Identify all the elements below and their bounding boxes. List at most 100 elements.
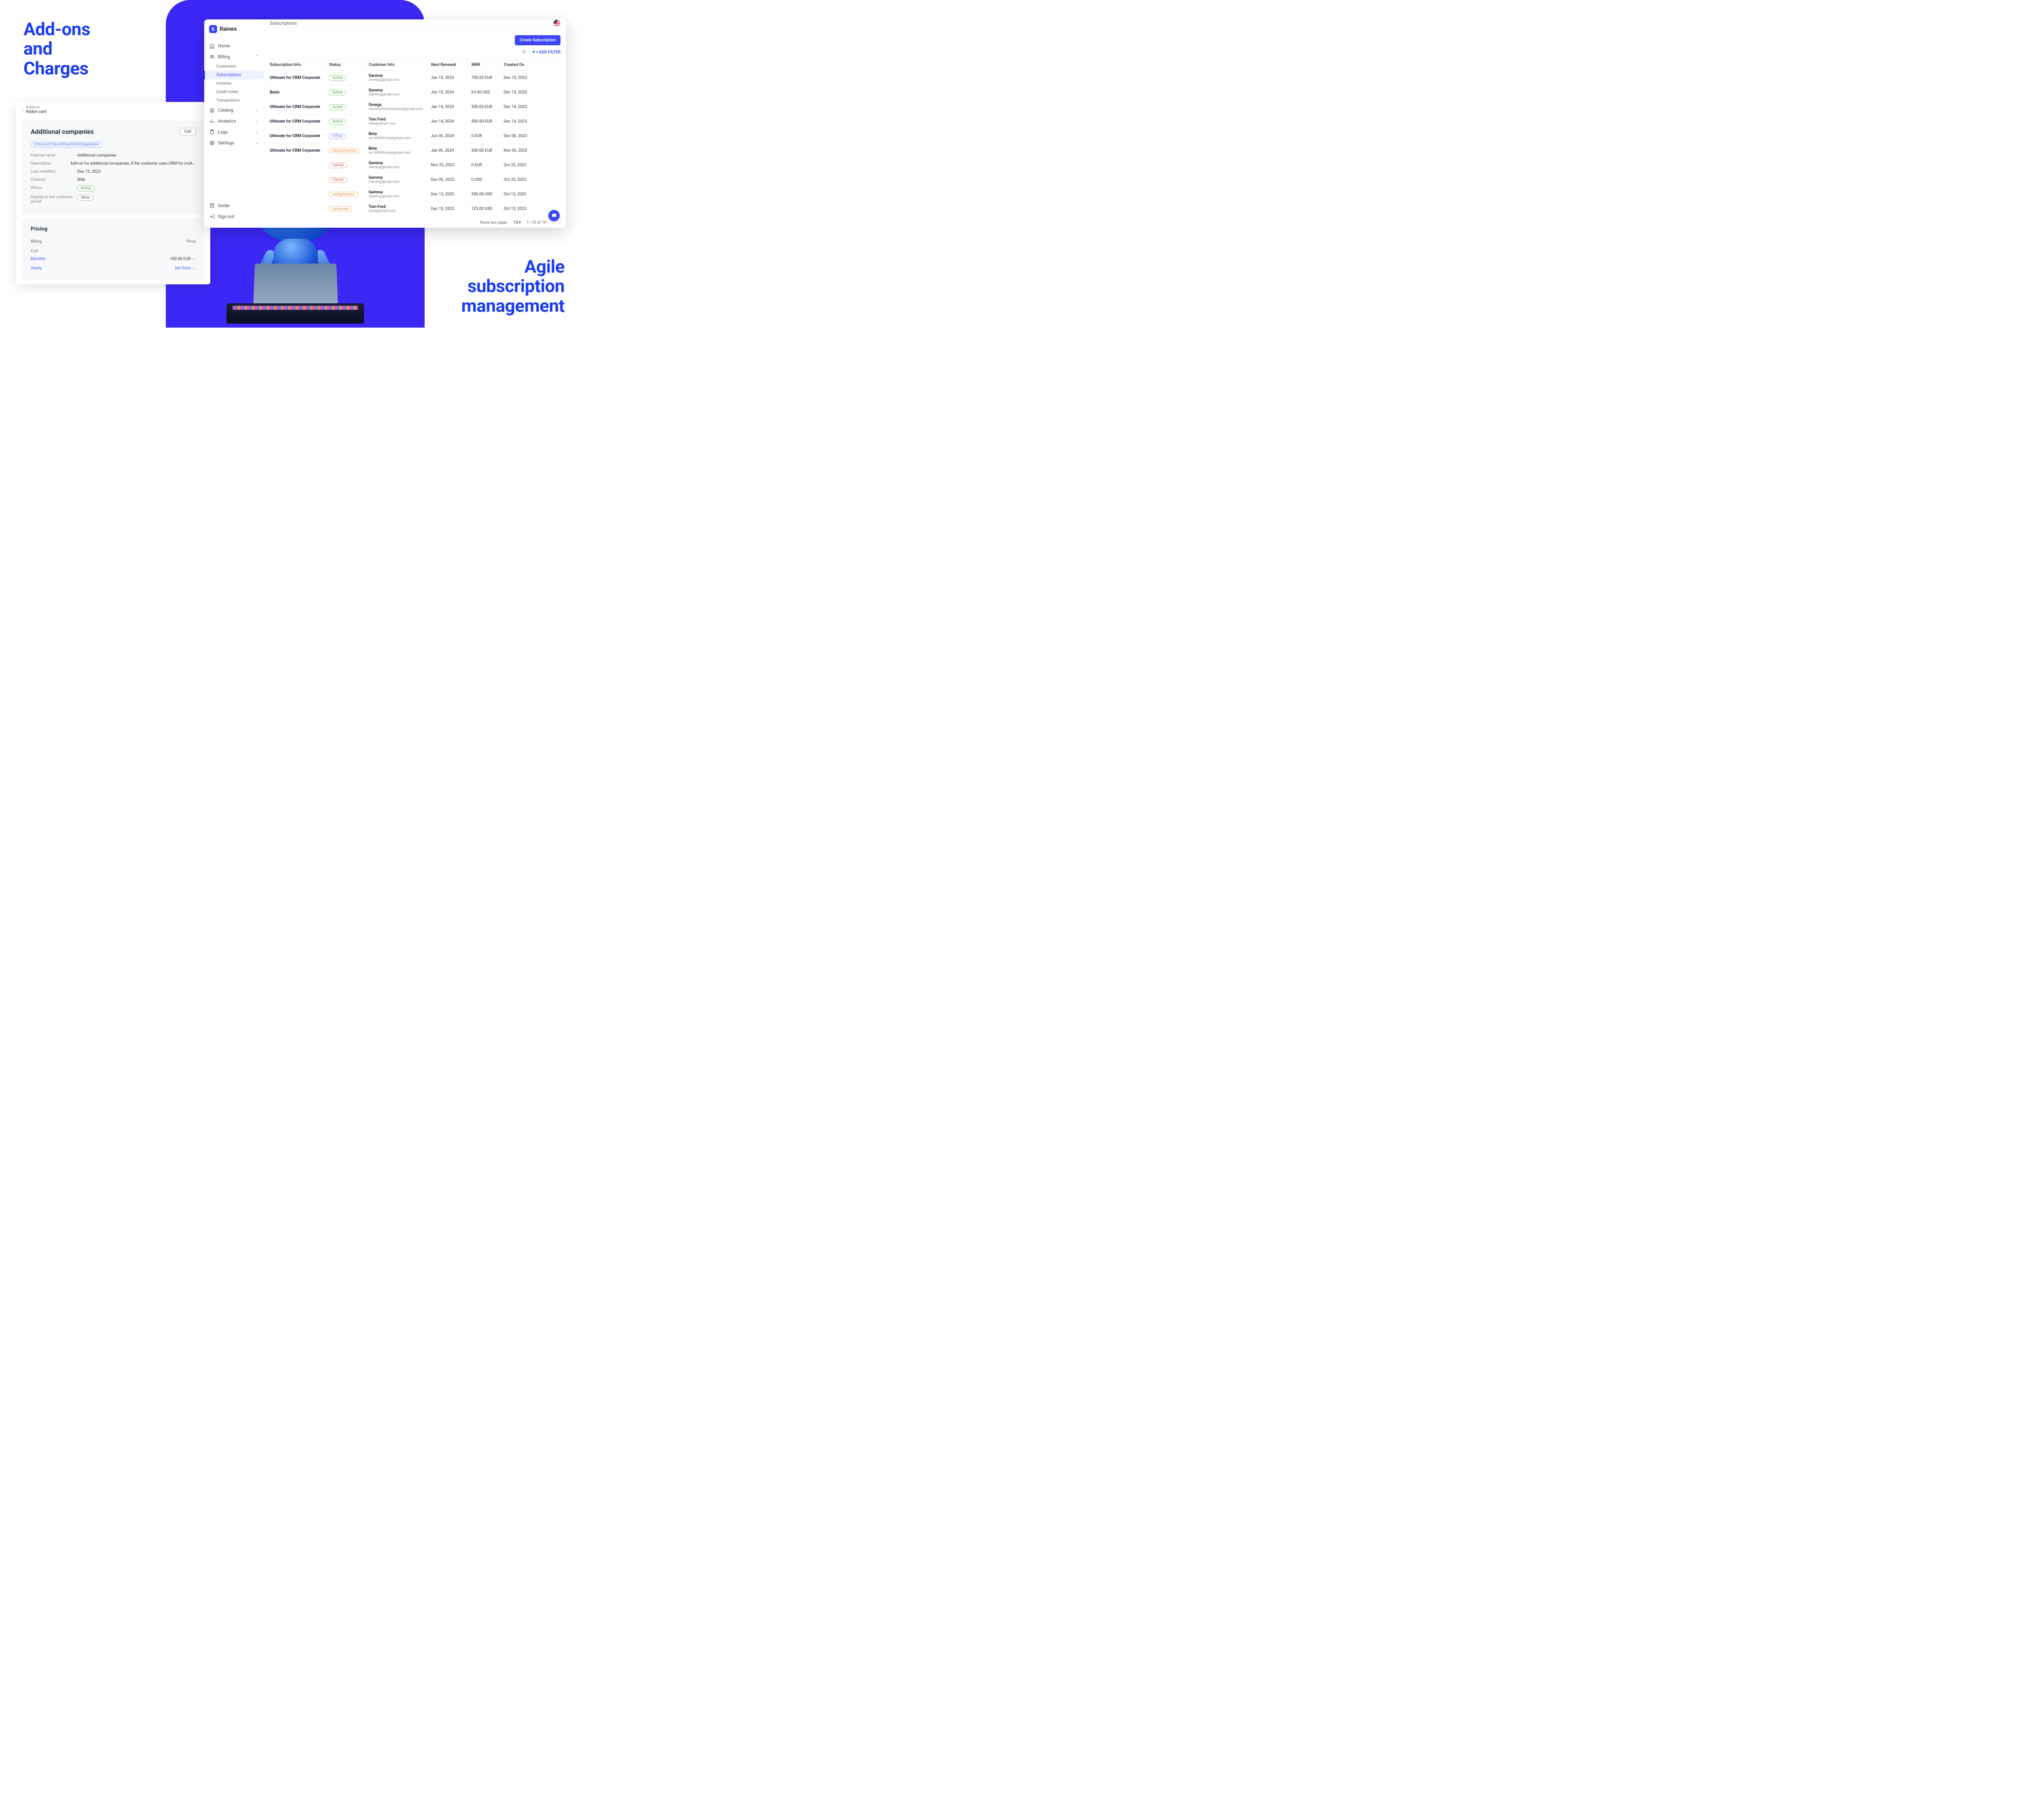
edit-button[interactable]: Edit <box>180 128 196 135</box>
col-subscription-info[interactable]: Subscription Info <box>264 59 325 71</box>
table-row[interactable]: Ultimate for CRM Corporate Active Gammac… <box>264 71 566 85</box>
sidebar-item-settings[interactable]: Settings ⌄ <box>204 138 264 148</box>
mrr-value: 200.00 EUR <box>467 144 499 158</box>
back-chevron-icon[interactable]: ‹ <box>22 107 23 112</box>
sort-icon[interactable] <box>521 49 527 55</box>
sidebar-item-signout[interactable]: Sign out <box>204 211 264 222</box>
pricing-currency: EUR <box>31 246 196 254</box>
created-date: Dec 15, 2023 <box>499 85 566 100</box>
layers-icon <box>209 108 215 113</box>
sidebar-item-guide[interactable]: Guide <box>204 200 264 211</box>
status-pill: Active <box>77 186 95 191</box>
created-date: Dec 06, 2023 <box>499 129 566 144</box>
pricing-row: Monthly100.00 EUR → <box>31 254 196 264</box>
description-label: Description <box>31 161 70 166</box>
col-status[interactable]: Status <box>325 59 364 71</box>
col-mrr[interactable]: MRR <box>467 59 499 71</box>
pagination: Rows per page: 10 ▾ 1–10 of 14 ‹ › <box>264 216 566 228</box>
table-row[interactable]: Basic Active Gammaclients@gmail.com Jan … <box>264 85 566 100</box>
pricing-period[interactable]: Monthly <box>31 257 45 261</box>
chevron-down-icon: ⌄ <box>256 130 259 134</box>
status-pill: PendingPayment <box>329 148 360 153</box>
locale-flag-icon[interactable] <box>553 19 560 27</box>
breadcrumb-parent[interactable]: Addons <box>26 105 47 110</box>
addon-card-window: ‹ Addons Addon card Additional companies… <box>16 102 210 284</box>
subscription-name: Ultimate for CRM Corporate <box>270 134 320 138</box>
status-pill: endingPayment <box>329 192 358 197</box>
created-date: Nov 06, 2023 <box>499 144 566 158</box>
table-row[interactable]: Cancel Gammaclients@gmail.com Dec 06, 20… <box>264 173 566 187</box>
brand-name: Rainex <box>220 26 237 32</box>
status-pill: Cancel <box>329 163 347 168</box>
customer-email: clients@gmail.com <box>368 195 423 199</box>
table-row[interactable]: Ultimate for CRM Corporate Active Omegas… <box>264 100 566 114</box>
breadcrumb-current: Addon card <box>26 110 47 114</box>
customer-email: new@gmail.com <box>368 122 423 126</box>
breadcrumb: ‹ Addons Addon card <box>16 102 210 116</box>
sidebar-item-logs[interactable]: Logs ⌄ <box>204 127 264 138</box>
pricing-price[interactable]: Set Price → <box>175 266 196 271</box>
description-value: Add-on for additional companies, if the … <box>70 161 196 166</box>
created-date: Oct 25, 2023 <box>499 158 566 173</box>
sidebar-item-invoices[interactable]: Invoices <box>204 79 264 88</box>
subscriptions-window: R Rainex Home Billing ⌃ Customers Subscr… <box>204 19 566 228</box>
mrr-value: 0 EUR <box>467 129 499 144</box>
logo-badge-icon: R <box>209 25 217 33</box>
status-pill: InTrial <box>329 133 346 139</box>
channel-label: Channel <box>31 178 77 182</box>
renewal-date: Dec 13, 2023 <box>427 187 467 202</box>
customer-name: Gamma <box>368 74 423 78</box>
rows-per-page-select[interactable]: 10 ▾ <box>513 220 521 225</box>
mrr-value: 0 USD <box>467 173 499 187</box>
create-subscription-button[interactable]: Create Subscription <box>515 35 560 45</box>
sidebar-item-billing[interactable]: Billing ⌃ <box>204 51 264 62</box>
add-filter-button[interactable]: ▼+ ADD FILTER <box>532 50 560 55</box>
col-created-on[interactable]: Created On <box>499 59 566 71</box>
table-row[interactable]: endingPayment Gammaclients@gmail.com Dec… <box>264 187 566 202</box>
display-pill: Show <box>77 195 93 201</box>
status-pill: Active <box>329 104 346 110</box>
customer-name: Omega <box>368 103 423 107</box>
headline-addons: Add-onsandCharges <box>23 19 90 78</box>
renewal-date: Jan 06, 2024 <box>427 144 467 158</box>
customer-name: Beta <box>368 146 423 151</box>
table-row[interactable]: Ultimate for CRM Corporate PendingPaymen… <box>264 144 566 158</box>
pricing-title: Pricing <box>31 226 196 232</box>
sidebar-item-credit-notes[interactable]: Credit notes <box>204 88 264 96</box>
sidebar-item-catalog[interactable]: Catalog ⌄ <box>204 105 264 116</box>
sidebar-item-customers[interactable]: Customers <box>204 62 264 71</box>
chat-bubble-button[interactable] <box>548 210 560 221</box>
brand-logo[interactable]: R Rainex <box>204 25 264 40</box>
created-date: Oct 13, 2023 <box>499 187 566 202</box>
col-next-renewal[interactable]: Next Renewal <box>427 59 467 71</box>
clipboard-icon <box>209 129 215 135</box>
internal-name-label: Internal name <box>31 153 77 158</box>
table-row[interactable]: Ultimate for CRM Corporate InTrial Betas… <box>264 129 566 144</box>
customer-name: Gamma <box>368 88 423 93</box>
status-pill: Active <box>329 119 346 125</box>
table-row[interactable]: Cancel Gammaclients@gmail.com Nov 25, 20… <box>264 158 566 173</box>
table-row[interactable]: Ultimate for CRM Corporate Active Tom Fo… <box>264 114 566 129</box>
bar-chart-icon <box>209 119 215 124</box>
col-customer-info[interactable]: Customer Info <box>364 59 427 71</box>
users-icon <box>209 54 215 59</box>
sidebar-item-analytics[interactable]: Analytics ⌄ <box>204 116 264 127</box>
sidebar-item-transactions[interactable]: Transactions <box>204 96 264 105</box>
customer-name: Gamma <box>368 176 423 180</box>
renewal-date: Nov 25, 2023 <box>427 158 467 173</box>
customer-name: Gamma <box>368 190 423 195</box>
last-modified-label: Last modified <box>31 169 77 174</box>
table-row[interactable]: ngPayment Tom Fordnew@gmail.com Dec 13, … <box>264 202 566 216</box>
sidebar-item-home[interactable]: Home <box>204 40 264 51</box>
status-label: Status <box>31 186 77 191</box>
renewal-date: Jan 15, 2024 <box>427 85 467 100</box>
sidebar-item-subscriptions[interactable]: Subscriptions <box>204 71 264 79</box>
renewal-date: Jan 14, 2024 <box>427 100 467 114</box>
addon-title: Additional companies <box>31 128 94 135</box>
mrr-value: 500.00 EUR <box>467 114 499 129</box>
home-icon <box>209 43 215 49</box>
pricing-period[interactable]: Yearly <box>31 266 42 271</box>
addon-id-pill[interactable]: 07b3c4d27d4c4593a9f95d255da54644 <box>31 142 102 148</box>
next-page-button[interactable]: › <box>559 220 560 225</box>
customer-name: Tom Ford <box>368 205 423 209</box>
